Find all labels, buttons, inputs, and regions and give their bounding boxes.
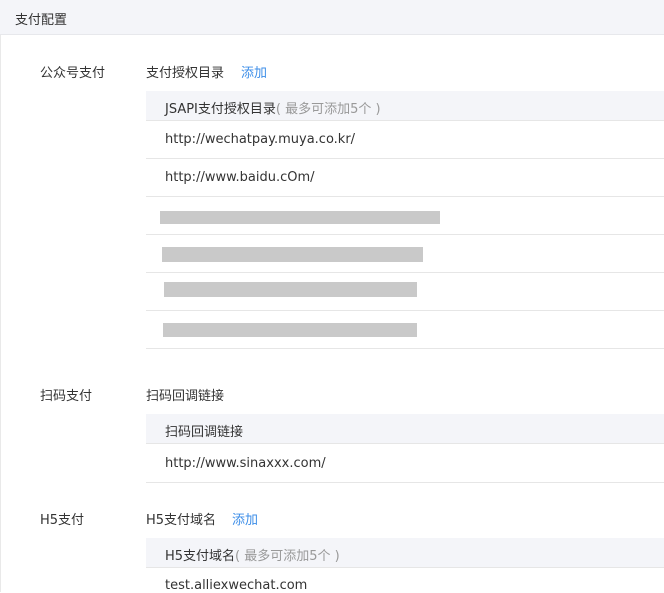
table-row-redacted: [146, 235, 664, 273]
table-row-redacted: [146, 197, 664, 235]
table-row-redacted: [146, 311, 664, 349]
add-auth-directory-link[interactable]: 添加: [241, 62, 267, 81]
directory-url: http://wechatpay.muya.co.kr/: [165, 132, 356, 147]
jsapi-directory-table-header: JSAPI支付授权目录( 最多可添加5个 ): [146, 91, 664, 121]
h5-domain-table-header: H5支付域名( 最多可添加5个 ): [146, 538, 664, 568]
page-title: 支付配置: [15, 13, 68, 28]
qr-callback-table-header: 扫码回调链接: [146, 414, 664, 444]
table-row: http://www.sinaxxx.com/: [146, 445, 664, 483]
add-h5-domain-link[interactable]: 添加: [232, 509, 258, 528]
h5-domain-limit-hint: ( 最多可添加5个 ): [235, 549, 340, 564]
h5-domain-title: H5支付域名: [146, 513, 217, 528]
qr-callback-link-title: 扫码回调链接: [146, 389, 225, 404]
redaction-bar: [160, 211, 440, 224]
directory-url: http://www.baidu.cOm/: [165, 170, 315, 185]
redaction-bar: [163, 323, 417, 337]
section-label-h5-pay: H5支付: [40, 513, 85, 528]
redaction-bar: [164, 282, 417, 297]
h5-domain-url: test.alliexwechat.com: [165, 578, 308, 593]
page-header: 支付配置: [0, 0, 664, 35]
qr-callback-header-label: 扫码回调链接: [165, 425, 244, 440]
table-row: http://wechatpay.muya.co.kr/: [146, 121, 664, 159]
table-row-redacted: [146, 273, 664, 311]
payment-auth-directory-title: 支付授权目录: [146, 66, 225, 81]
jsapi-directory-limit-hint: ( 最多可添加5个 ): [275, 102, 381, 117]
section-label-qr-pay: 扫码支付: [40, 389, 93, 404]
table-row: http://www.baidu.cOm/: [146, 159, 664, 197]
redaction-bar: [162, 247, 423, 262]
section-label-official-account-pay: 公众号支付: [40, 66, 106, 81]
table-row: test.alliexwechat.com: [146, 568, 664, 593]
callback-url: http://www.sinaxxx.com/: [165, 456, 326, 471]
jsapi-directory-header-label: JSAPI支付授权目录: [165, 102, 276, 117]
h5-domain-header-label: H5支付域名: [165, 549, 236, 564]
content-border: [0, 35, 1, 592]
